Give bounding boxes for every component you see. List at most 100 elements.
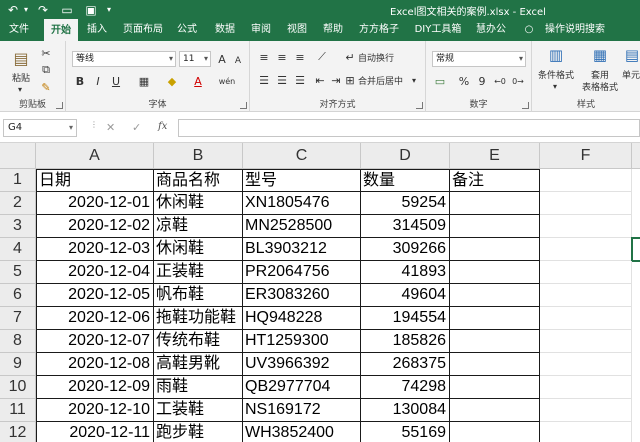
row-header[interactable]: 5 bbox=[0, 261, 36, 284]
orientation-icon[interactable]: ⟋ bbox=[314, 49, 330, 65]
date-cell[interactable]: 2020-12-05 bbox=[36, 284, 154, 307]
wrap-text-icon[interactable]: ↵ bbox=[342, 49, 358, 65]
resize-handle-icon[interactable]: ⋮ bbox=[90, 120, 98, 129]
note-cell[interactable] bbox=[450, 422, 540, 442]
row-header[interactable]: 12 bbox=[0, 422, 36, 442]
number-launcher-icon[interactable] bbox=[522, 102, 529, 109]
header-cell-model[interactable]: 型号 bbox=[243, 169, 361, 192]
italic-button[interactable]: I bbox=[90, 73, 106, 89]
date-cell[interactable]: 2020-12-11 bbox=[36, 422, 154, 442]
header-cell-note[interactable]: 备注 bbox=[450, 169, 540, 192]
row-header[interactable]: 4 bbox=[0, 238, 36, 261]
column-header-d[interactable]: D bbox=[361, 143, 450, 169]
row-header[interactable]: 7 bbox=[0, 307, 36, 330]
wrap-text-button[interactable]: 自动换行 bbox=[358, 49, 394, 65]
date-cell[interactable]: 2020-12-09 bbox=[36, 376, 154, 399]
cell[interactable] bbox=[540, 261, 632, 284]
select-all-corner[interactable] bbox=[0, 143, 36, 169]
row-header[interactable]: 10 bbox=[0, 376, 36, 399]
fill-color-icon[interactable]: ◆ bbox=[164, 73, 180, 89]
row-header[interactable]: 11 bbox=[0, 399, 36, 422]
model-cell[interactable]: MN2528500 bbox=[243, 215, 361, 238]
product-name-cell[interactable]: 正装鞋 bbox=[154, 261, 243, 284]
column-header-f[interactable]: F bbox=[540, 143, 632, 169]
accounting-format-icon[interactable]: ▭ bbox=[432, 73, 448, 89]
cut-icon[interactable]: ✂ bbox=[38, 45, 54, 61]
tab-data[interactable]: 数据 bbox=[210, 19, 240, 41]
underline-button[interactable]: U bbox=[108, 73, 124, 89]
font-launcher-icon[interactable] bbox=[240, 102, 247, 109]
date-cell[interactable]: 2020-12-04 bbox=[36, 261, 154, 284]
date-cell[interactable]: 2020-12-06 bbox=[36, 307, 154, 330]
tab-insert[interactable]: 插入 bbox=[82, 19, 112, 41]
product-name-cell[interactable]: 传统布鞋 bbox=[154, 330, 243, 353]
quantity-cell[interactable]: 55169 bbox=[361, 422, 450, 442]
align-center-icon[interactable]: ☰ bbox=[274, 72, 290, 88]
cell[interactable] bbox=[540, 192, 632, 215]
column-header-b[interactable]: B bbox=[154, 143, 243, 169]
tab-fangfang[interactable]: 方方格子 bbox=[356, 19, 402, 41]
model-cell[interactable]: QB2977704 bbox=[243, 376, 361, 399]
cell[interactable] bbox=[540, 169, 632, 192]
row-header[interactable]: 9 bbox=[0, 353, 36, 376]
conditional-format-icon[interactable]: ▥ bbox=[546, 45, 566, 65]
merge-dropdown-icon[interactable]: ▾ bbox=[412, 72, 416, 88]
product-name-cell[interactable]: 工装鞋 bbox=[154, 399, 243, 422]
quantity-cell[interactable]: 49604 bbox=[361, 284, 450, 307]
format-as-table-icon[interactable]: ▦ bbox=[590, 45, 610, 65]
cell[interactable] bbox=[540, 307, 632, 330]
cell[interactable] bbox=[540, 399, 632, 422]
tab-formulas[interactable]: 公式 bbox=[172, 19, 202, 41]
quantity-cell[interactable]: 41893 bbox=[361, 261, 450, 284]
tab-review[interactable]: 审阅 bbox=[246, 19, 276, 41]
header-cell-qty[interactable]: 数量 bbox=[361, 169, 450, 192]
customize-toolbar-icon[interactable]: ▾ bbox=[104, 2, 114, 17]
quantity-cell[interactable]: 309266 bbox=[361, 238, 450, 261]
quantity-cell[interactable]: 130084 bbox=[361, 399, 450, 422]
row-header[interactable]: 8 bbox=[0, 330, 36, 353]
row-header[interactable]: 3 bbox=[0, 215, 36, 238]
cell[interactable] bbox=[540, 422, 632, 442]
column-header-e[interactable]: E bbox=[450, 143, 540, 169]
row-header[interactable]: 2 bbox=[0, 192, 36, 215]
tab-file[interactable]: 文件 bbox=[4, 19, 34, 41]
border-icon[interactable]: ▦ bbox=[136, 73, 152, 89]
date-cell[interactable]: 2020-12-03 bbox=[36, 238, 154, 261]
model-cell[interactable]: UV3966392 bbox=[243, 353, 361, 376]
note-cell[interactable] bbox=[450, 261, 540, 284]
model-cell[interactable]: HT1259300 bbox=[243, 330, 361, 353]
paste-button[interactable]: 粘贴 bbox=[8, 71, 34, 84]
model-cell[interactable]: PR2064756 bbox=[243, 261, 361, 284]
bold-button[interactable]: B bbox=[72, 73, 88, 89]
note-cell[interactable] bbox=[450, 307, 540, 330]
cell[interactable] bbox=[540, 376, 632, 399]
clipboard-launcher-icon[interactable] bbox=[56, 102, 63, 109]
redo-icon[interactable]: ↷ bbox=[36, 2, 50, 17]
product-name-cell[interactable]: 雨鞋 bbox=[154, 376, 243, 399]
note-cell[interactable] bbox=[450, 376, 540, 399]
save-icon[interactable]: ▣ bbox=[84, 2, 98, 17]
product-name-cell[interactable]: 休闲鞋 bbox=[154, 192, 243, 215]
merge-center-button[interactable]: 合并后居中 bbox=[358, 72, 403, 88]
font-name-select[interactable]: 等线 ▾ bbox=[72, 51, 176, 67]
align-right-icon[interactable]: ☰ bbox=[292, 72, 308, 88]
quantity-cell[interactable]: 268375 bbox=[361, 353, 450, 376]
name-box[interactable]: G4 ▾ bbox=[3, 119, 77, 137]
tab-view[interactable]: 视图 bbox=[282, 19, 312, 41]
open-file-icon[interactable]: ▭ bbox=[60, 2, 74, 17]
number-format-select[interactable]: 常规 ▾ bbox=[432, 51, 526, 67]
paste-icon[interactable]: ▤ bbox=[11, 47, 31, 69]
chevron-down-icon[interactable]: ▾ bbox=[548, 81, 562, 91]
date-cell[interactable]: 2020-12-10 bbox=[36, 399, 154, 422]
active-cell-g4[interactable] bbox=[631, 237, 640, 262]
model-cell[interactable]: NS169172 bbox=[243, 399, 361, 422]
cell[interactable] bbox=[540, 284, 632, 307]
formula-input[interactable] bbox=[178, 119, 640, 137]
column-header-a[interactable]: A bbox=[36, 143, 154, 169]
tab-help[interactable]: 帮助 bbox=[318, 19, 348, 41]
model-cell[interactable]: WH3852400 bbox=[243, 422, 361, 442]
product-name-cell[interactable]: 拖鞋功能鞋 bbox=[154, 307, 243, 330]
conditional-format-button[interactable]: 条件格式 bbox=[536, 68, 576, 81]
align-left-icon[interactable]: ☰ bbox=[256, 72, 272, 88]
cell[interactable] bbox=[540, 238, 632, 261]
